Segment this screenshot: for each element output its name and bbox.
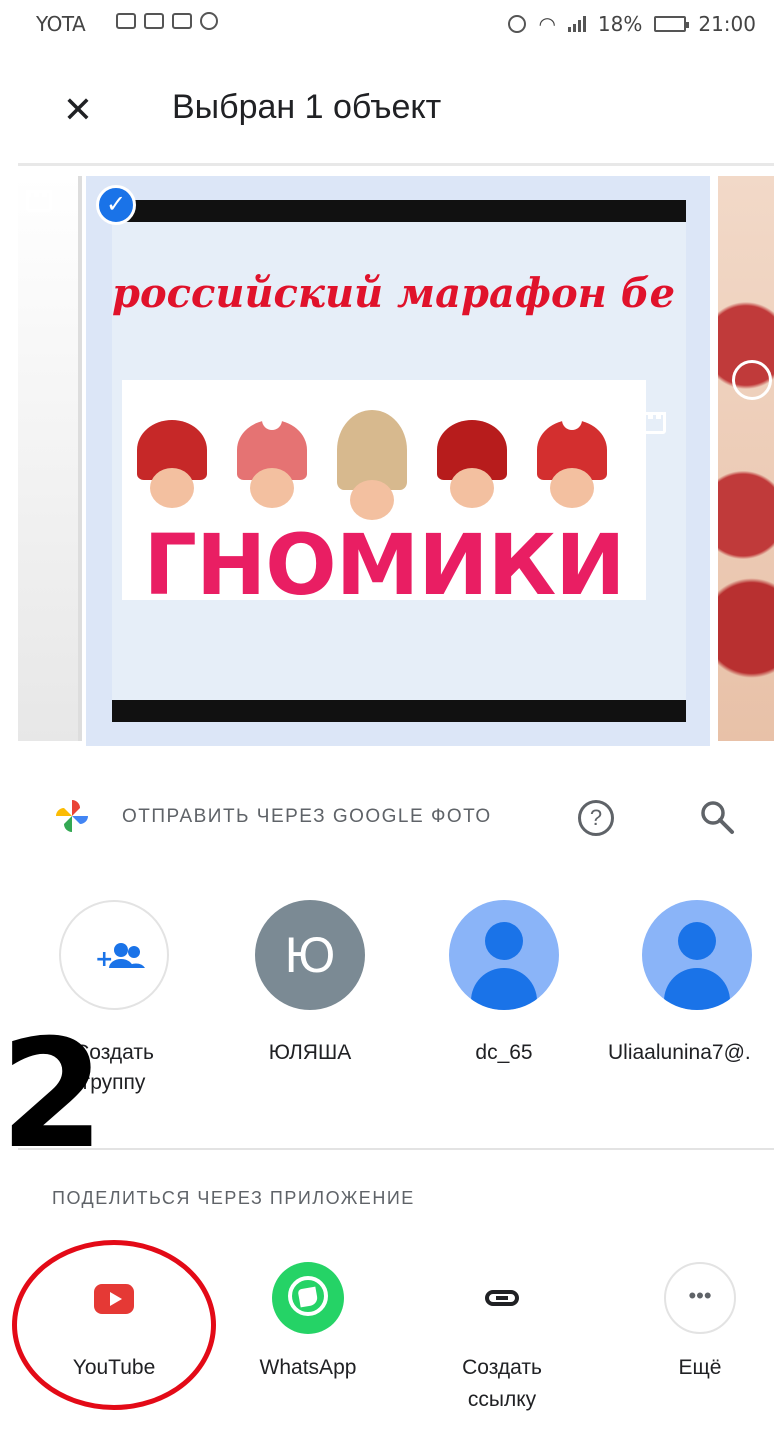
mail-icon [116, 13, 136, 29]
divider [18, 163, 774, 166]
alarm-icon [508, 15, 527, 33]
add-group-icon: + [59, 900, 169, 1010]
gnome-illustration [332, 410, 412, 520]
page-title: Выбран 1 объект [172, 88, 442, 126]
video-title-word: ГНОМИКИ [143, 516, 625, 614]
selected-video-thumbnail[interactable]: российский марафон бе ГНОМИКИ [86, 176, 710, 746]
person-icon [449, 900, 559, 1010]
letterbox-bar [112, 200, 686, 222]
video-icon [640, 412, 666, 434]
video-headline: российский марафон бе [112, 270, 676, 317]
clock: 21:00 [698, 12, 756, 36]
contact-label: dc_65 [475, 1041, 533, 1064]
svg-text:+: + [95, 947, 113, 972]
contact-uliaalunina[interactable]: Uliaalunina7@. [604, 900, 774, 1068]
media-gallery: российский марафон бе ГНОМИКИ [0, 170, 774, 755]
create-link-button[interactable]: Создать ссылку [412, 1262, 592, 1416]
help-icon[interactable]: ? [578, 800, 614, 836]
gnome-illustration [232, 410, 312, 530]
youtube-icon [78, 1262, 150, 1334]
gnome-illustration [532, 410, 612, 530]
letterbox-bar [112, 700, 686, 722]
checkmark-icon[interactable]: ✓ [96, 185, 136, 225]
gnome-illustration [432, 420, 512, 530]
signal-icon [567, 16, 586, 32]
search-icon[interactable] [698, 798, 736, 836]
share-whatsapp-button[interactable]: WhatsApp [218, 1262, 398, 1384]
select-radio-icon[interactable] [732, 360, 772, 400]
message-icon [144, 13, 164, 29]
app-label: Создать ссылку [462, 1356, 542, 1411]
share-youtube-button[interactable]: YouTube [24, 1262, 204, 1384]
contact-yulyasha[interactable]: Ю ЮЛЯША [230, 900, 390, 1068]
whatsapp-icon [272, 1262, 344, 1334]
contact-dc-65[interactable]: dc_65 [424, 900, 584, 1068]
wifi-icon: ◠ [538, 12, 556, 36]
avatar: Ю [255, 900, 365, 1010]
carrier-label: YOTA [36, 12, 86, 36]
gnome-illustration [132, 420, 212, 530]
link-icon [466, 1262, 538, 1334]
more-apps-button[interactable]: ••• Ещё [610, 1262, 774, 1384]
app-label: WhatsApp [259, 1356, 357, 1379]
app-label: YouTube [72, 1356, 156, 1379]
google-photos-icon [56, 800, 88, 832]
more-icon: ••• [664, 1262, 736, 1334]
vk-icon [172, 13, 192, 29]
previous-media-thumbnail[interactable] [18, 176, 82, 741]
send-via-google-photos[interactable]: ОТПРАВИТЬ ЧЕРЕЗ GOOGLE ФОТО [122, 806, 492, 828]
video-frame: российский марафон бе ГНОМИКИ [112, 200, 686, 722]
instagram-icon [200, 12, 218, 30]
share-via-app-heading: ПОДЕЛИТЬСЯ ЧЕРЕЗ ПРИЛОЖЕНИЕ [52, 1188, 415, 1208]
divider [18, 1148, 774, 1150]
app-label: Ещё [678, 1356, 722, 1379]
gnomes-poster: ГНОМИКИ [122, 380, 646, 610]
system-indicators: ◠ 18% 21:00 [508, 12, 756, 36]
status-bar: YOTA ◠ 18% 21:00 [0, 0, 774, 48]
video-icon [26, 190, 52, 212]
battery-icon [654, 16, 690, 32]
notification-icons [116, 12, 218, 30]
battery-percent: 18% [597, 12, 643, 36]
person-icon [642, 900, 752, 1010]
contact-label: Uliaalunina7@. [608, 1041, 751, 1064]
close-icon[interactable]: ✕ [58, 90, 98, 130]
contact-label: ЮЛЯША [268, 1041, 352, 1064]
next-media-thumbnail[interactable] [718, 176, 774, 741]
